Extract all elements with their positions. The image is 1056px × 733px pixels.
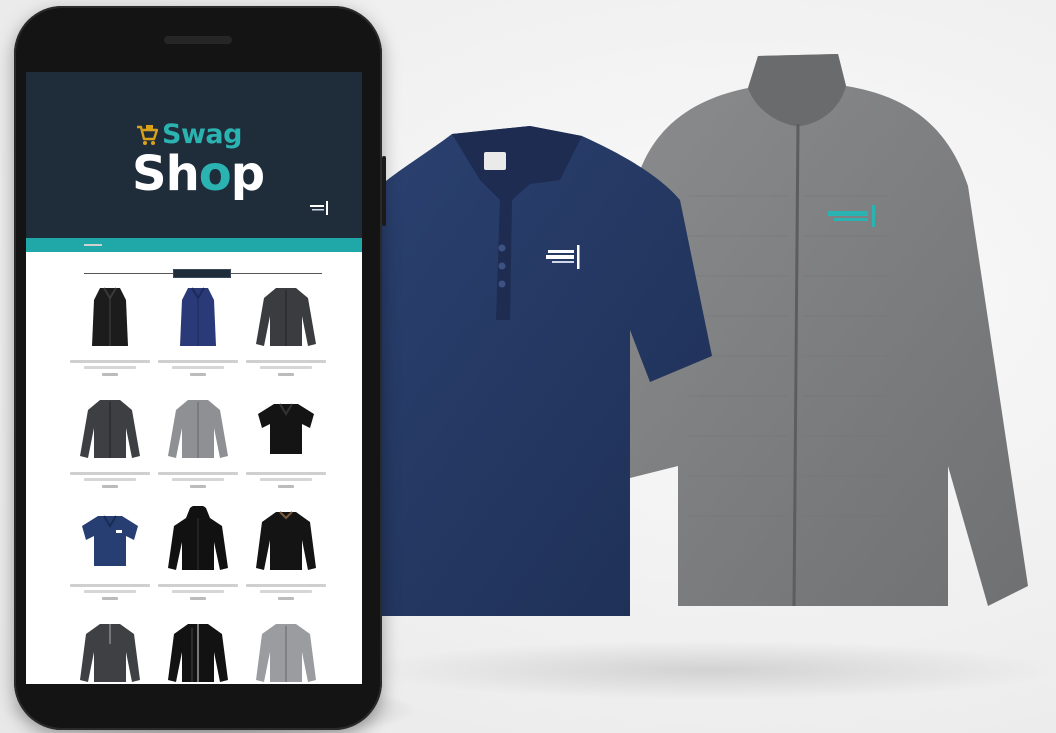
- product-card[interactable]: [246, 394, 326, 504]
- jacket-gray-icon: [168, 400, 228, 458]
- hoodie-black-icon: [168, 505, 228, 570]
- logo-word-shop: Shop: [132, 144, 265, 204]
- product-price: [278, 597, 294, 600]
- product-image[interactable]: [254, 618, 318, 684]
- pullover-black-icon: [256, 511, 316, 570]
- product-image[interactable]: [78, 394, 142, 464]
- product-image[interactable]: [166, 618, 230, 684]
- jacket-logo-icon: [828, 205, 875, 227]
- product-card[interactable]: [158, 394, 238, 504]
- product-title-line2: [260, 590, 312, 593]
- product-title[interactable]: [158, 584, 238, 587]
- product-price: [102, 485, 118, 488]
- product-price: [278, 485, 294, 488]
- navy-polo-image: [360, 126, 712, 616]
- product-card[interactable]: [158, 282, 238, 392]
- product-title-line2: [84, 366, 136, 369]
- product-image[interactable]: [254, 394, 318, 464]
- product-price: [190, 597, 206, 600]
- product-image[interactable]: [166, 505, 230, 576]
- product-title[interactable]: [246, 472, 326, 475]
- track-jacket-black-icon: [168, 624, 228, 682]
- shop-hero-banner: Swag Shop: [26, 72, 362, 238]
- product-title-line2: [172, 478, 224, 481]
- logo-shop-part1: Sh: [132, 146, 200, 202]
- product-title[interactable]: [70, 584, 150, 587]
- product-price: [278, 373, 294, 376]
- logo-shop-part2: p: [230, 146, 265, 202]
- polo-label-tag: [484, 152, 506, 170]
- product-title-line2: [84, 590, 136, 593]
- logo-shop-o: o: [198, 146, 232, 202]
- product-title-line2: [172, 590, 224, 593]
- product-card[interactable]: [70, 506, 150, 616]
- jacket-charcoal-icon: [80, 400, 140, 458]
- product-card[interactable]: [70, 394, 150, 504]
- polo-navy-icon: [82, 515, 138, 566]
- product-card[interactable]: [246, 282, 326, 392]
- breadcrumb[interactable]: [84, 244, 102, 246]
- product-image[interactable]: [78, 506, 142, 576]
- product-title[interactable]: [246, 584, 326, 587]
- quarter-zip-charcoal-icon: [80, 624, 140, 682]
- phone-mockup: Swag Shop: [14, 6, 386, 730]
- product-title[interactable]: [70, 472, 150, 475]
- polo-black-icon: [258, 403, 314, 454]
- product-price: [190, 373, 206, 376]
- vest-black-icon: [92, 287, 128, 346]
- product-image[interactable]: [166, 394, 230, 464]
- product-title-line2: [84, 478, 136, 481]
- product-title[interactable]: [158, 472, 238, 475]
- jacket-charcoal-icon: [256, 288, 316, 346]
- product-card[interactable]: [70, 282, 150, 392]
- product-image[interactable]: [254, 282, 318, 352]
- product-price: [102, 373, 118, 376]
- shopping-cart-icon: [137, 125, 158, 145]
- cardigan-gray-icon: [256, 624, 316, 682]
- product-card[interactable]: [158, 505, 238, 616]
- product-card[interactable]: [246, 618, 326, 684]
- polo-logo-icon: [546, 245, 580, 269]
- product-image[interactable]: [254, 506, 318, 576]
- phone-side-button: [382, 156, 386, 226]
- product-title-line2: [260, 366, 312, 369]
- product-title-line2: [260, 478, 312, 481]
- product-title[interactable]: [70, 360, 150, 363]
- product-title[interactable]: [158, 360, 238, 363]
- brand-badge-icon: [310, 201, 328, 215]
- nav-bar[interactable]: [26, 238, 362, 252]
- product-card[interactable]: [246, 506, 326, 616]
- product-image[interactable]: [78, 282, 142, 352]
- product-image[interactable]: [166, 282, 230, 352]
- product-card[interactable]: [158, 618, 238, 684]
- floor-shadow: [360, 640, 1056, 700]
- product-title-line2: [172, 366, 224, 369]
- product-image[interactable]: [78, 618, 142, 684]
- product-title[interactable]: [246, 360, 326, 363]
- section-heading-tag: [173, 269, 231, 278]
- phone-screen: Swag Shop: [26, 72, 362, 684]
- product-price: [190, 485, 206, 488]
- phone-speaker: [164, 36, 232, 44]
- vest-navy-icon: [180, 287, 216, 346]
- product-price: [102, 597, 118, 600]
- swag-shop-logo[interactable]: Swag Shop: [128, 117, 278, 217]
- product-card[interactable]: [70, 618, 150, 684]
